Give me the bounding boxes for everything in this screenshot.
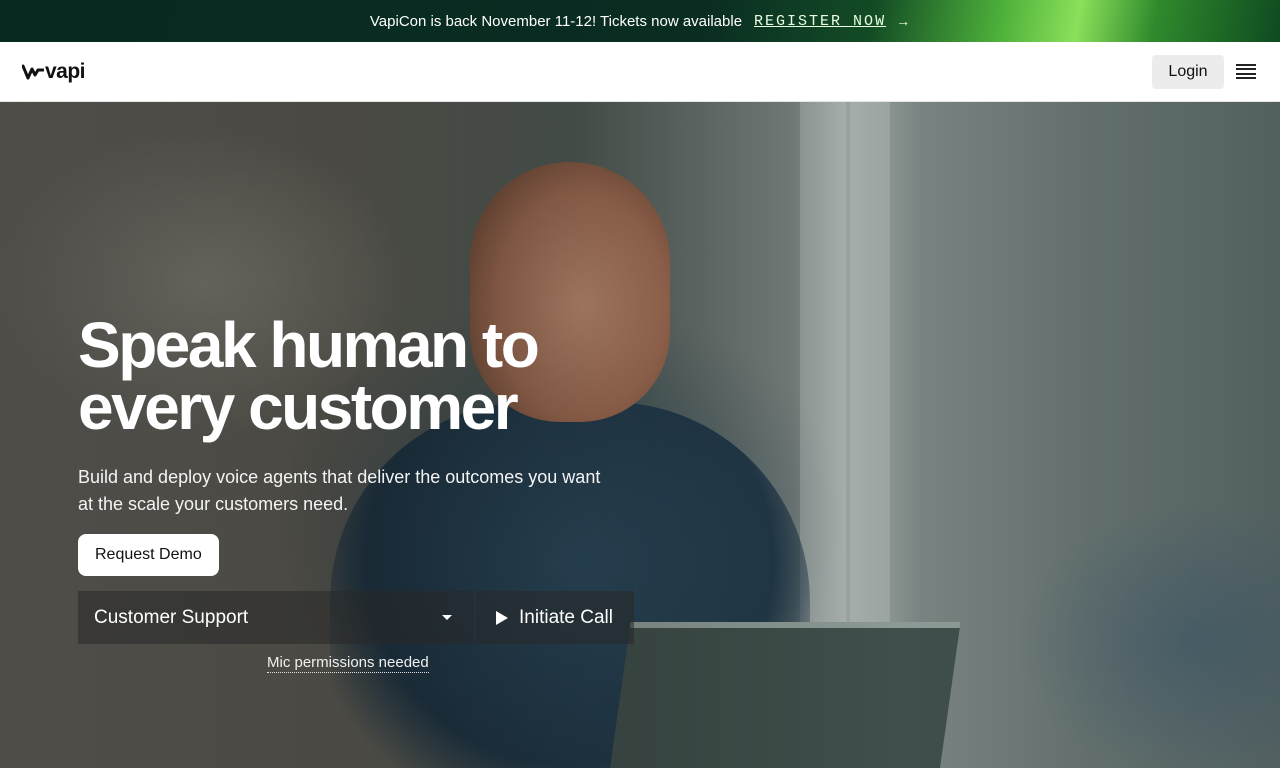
menu-line <box>1236 63 1256 66</box>
arrow-right-icon[interactable]: → <box>896 13 910 29</box>
mic-permissions-link[interactable]: Mic permissions needed <box>267 654 429 673</box>
initiate-call-button[interactable]: Initiate Call <box>476 591 634 644</box>
vapi-logo[interactable]: vapi <box>22 59 86 84</box>
play-icon <box>496 610 508 625</box>
hero-title-line: every customer <box>78 371 519 443</box>
hamburger-menu-icon[interactable] <box>1236 63 1256 80</box>
use-case-selected-value: Customer Support <box>94 606 249 628</box>
menu-line <box>1236 77 1256 80</box>
use-case-select[interactable]: Customer Support <box>78 591 474 644</box>
initiate-call-label: Initiate Call <box>519 606 613 628</box>
logo-wordmark: vapi <box>45 59 86 83</box>
call-widget: Customer Support Initiate Call <box>78 591 634 644</box>
announcement-text: VapiCon is back November 11-12! Tickets … <box>369 12 743 30</box>
announcement-bar: VapiCon is back November 11-12! Tickets … <box>0 0 1280 42</box>
register-now-link[interactable]: REGISTER NOW <box>754 13 886 30</box>
caret-down-icon <box>442 615 452 620</box>
site-header: vapi Login <box>0 42 1280 102</box>
request-demo-button[interactable]: Request Demo <box>78 534 219 576</box>
login-button[interactable]: Login <box>1152 54 1224 89</box>
hero-section: Speak human to every customer Build and … <box>0 102 1280 768</box>
menu-line <box>1236 72 1256 75</box>
hero-title: Speak human to every customer <box>78 313 638 439</box>
menu-line <box>1236 68 1256 71</box>
header-actions: Login <box>1152 54 1256 89</box>
hero-subtitle: Build and deploy voice agents that deliv… <box>78 467 601 514</box>
hero-content: Speak human to every customer Build and … <box>78 313 638 576</box>
vapi-logo-mark-icon <box>22 64 44 79</box>
